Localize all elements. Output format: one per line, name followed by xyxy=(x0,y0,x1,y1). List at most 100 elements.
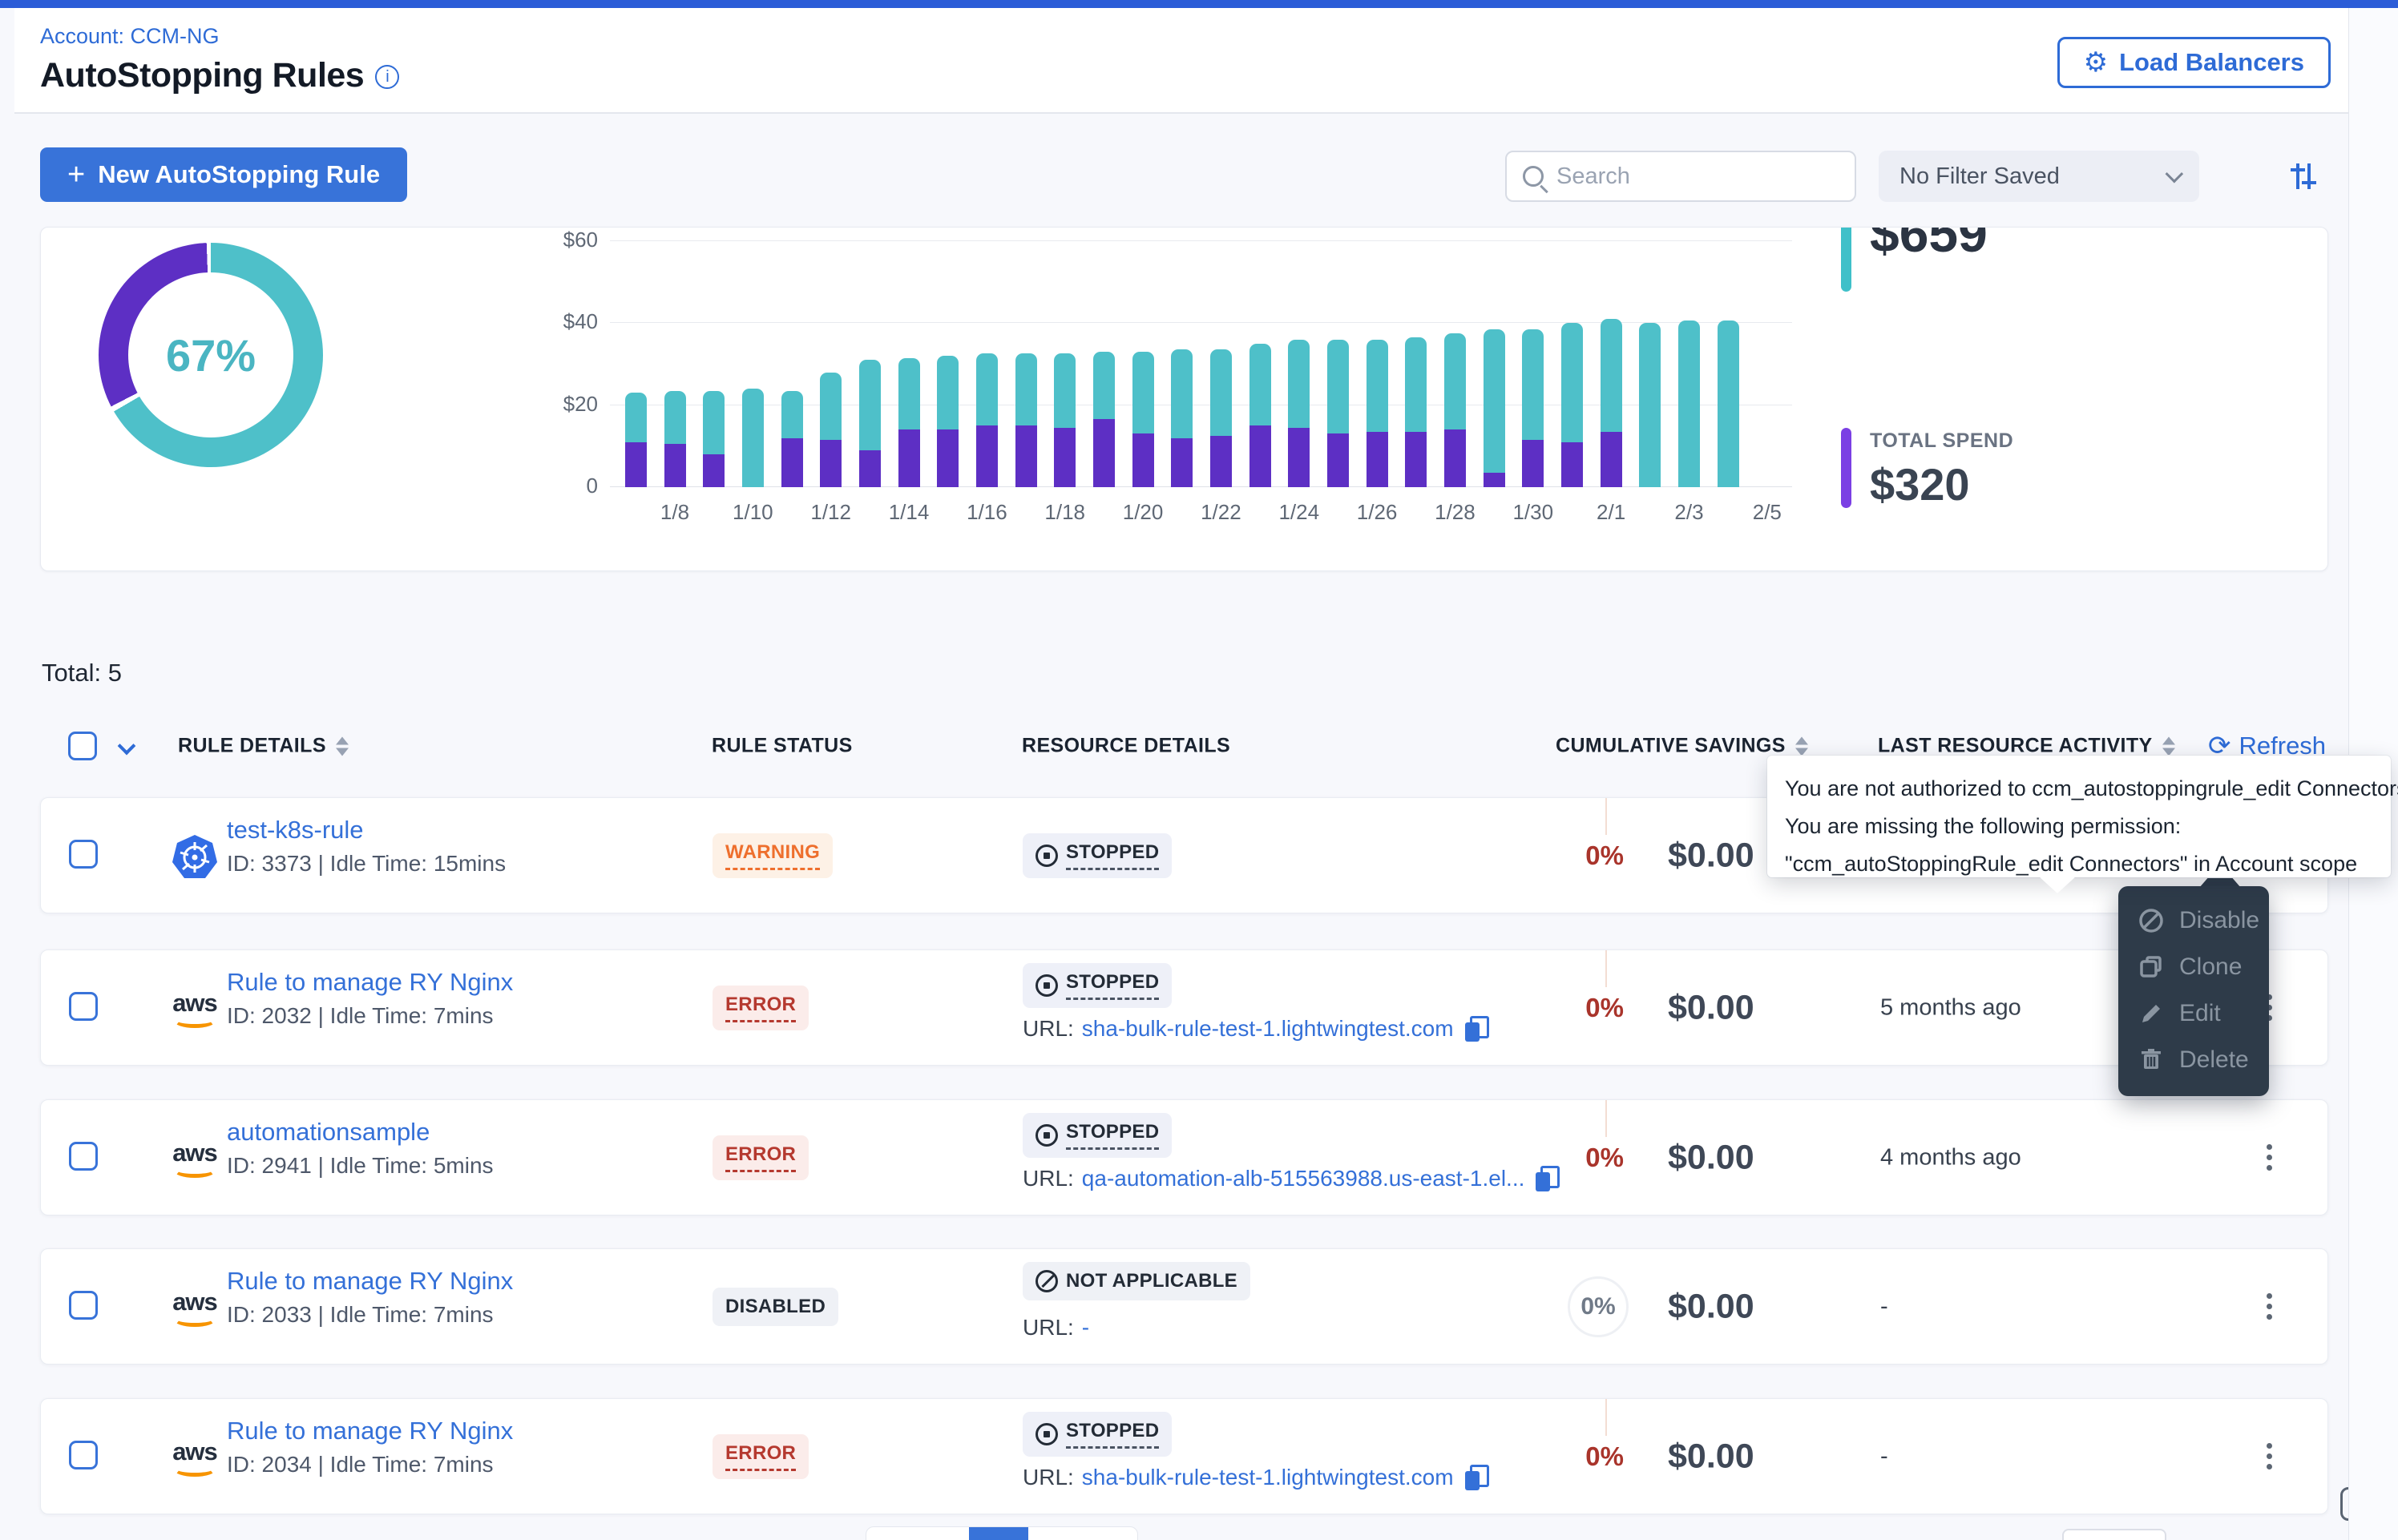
search-box[interactable] xyxy=(1505,151,1856,202)
resource-state-badge: STOPPED xyxy=(1023,963,1172,1008)
table-row: aws Rule to manage RY Nginx ID: 2033 | I… xyxy=(40,1248,2328,1365)
row-actions-menu-button[interactable] xyxy=(2253,1139,2285,1177)
gear-icon: ⚙ xyxy=(2084,46,2108,79)
bar xyxy=(694,236,733,487)
status-badge-error: ERROR xyxy=(713,986,809,1030)
savings-amount: $0.00 xyxy=(1668,988,1754,1027)
x-axis-tick: 1/20 xyxy=(1107,500,1179,525)
sort-icon[interactable] xyxy=(2162,736,2175,756)
last-activity: 5 months ago xyxy=(1880,994,2021,1021)
savings-donut-chart: 67% xyxy=(99,243,323,467)
copy-icon[interactable] xyxy=(1465,1465,1489,1490)
column-last-resource-activity[interactable]: LAST RESOURCE ACTIVITY xyxy=(1878,735,2175,758)
disable-icon xyxy=(2138,907,2165,934)
bar: 1/22 xyxy=(1201,236,1241,487)
last-activity: - xyxy=(1880,1293,1888,1320)
resource-state-badge: STOPPED xyxy=(1023,1412,1172,1457)
bar xyxy=(1241,236,1280,487)
row-actions-menu-button[interactable] xyxy=(2253,1288,2285,1326)
resource-url-link[interactable]: sha-bulk-rule-test-1.lightwingtest.com xyxy=(1082,1016,1454,1042)
column-cumulative-savings[interactable]: CUMULATIVE SAVINGS xyxy=(1556,735,1808,758)
bar: 1/14 xyxy=(890,236,929,487)
row-actions-menu-button[interactable] xyxy=(2253,1437,2285,1476)
donut-percentage: 67% xyxy=(99,243,323,467)
x-axis-tick: 2/3 xyxy=(1653,500,1725,525)
rule-name-link[interactable]: Rule to manage RY Nginx xyxy=(227,1417,513,1445)
rule-name-link[interactable]: Rule to manage RY Nginx xyxy=(227,968,513,997)
search-input[interactable] xyxy=(1556,163,1839,190)
stopped-icon xyxy=(1036,1124,1058,1147)
row-checkbox[interactable] xyxy=(69,840,98,869)
menu-item-edit[interactable]: Edit xyxy=(2118,990,2269,1037)
table-row: aws automationsample ID: 2941 | Idle Tim… xyxy=(40,1099,2328,1215)
select-menu-chevron-icon[interactable] xyxy=(120,740,133,752)
pagination-current-page[interactable] xyxy=(969,1527,1028,1540)
total-savings-value: $659 xyxy=(1870,227,1988,264)
resource-url-link[interactable]: qa-automation-alb-515563988.us-east-1.el… xyxy=(1082,1166,1525,1191)
stopped-icon xyxy=(1036,1423,1058,1445)
menu-item-disable[interactable]: Disable xyxy=(2118,897,2269,944)
bar: 2/3 xyxy=(1669,236,1709,487)
bar xyxy=(1007,236,1046,487)
trash-icon xyxy=(2138,1046,2165,1074)
x-axis-tick: 1/22 xyxy=(1185,500,1257,525)
rule-meta: ID: 2032 | Idle Time: 7mins xyxy=(227,1003,494,1029)
filter-sliders-icon[interactable] xyxy=(2286,159,2321,194)
copy-icon[interactable] xyxy=(1465,1016,1489,1042)
search-icon xyxy=(1523,166,1544,187)
bar: 1/20 xyxy=(1124,236,1163,487)
info-icon[interactable]: i xyxy=(375,65,399,89)
row-checkbox[interactable] xyxy=(69,1142,98,1171)
bar: 1/10 xyxy=(733,236,773,487)
menu-item-delete[interactable]: Delete xyxy=(2118,1037,2269,1083)
bar: 1/16 xyxy=(967,236,1007,487)
savings-percent: 0% xyxy=(1548,841,1624,871)
sort-icon[interactable] xyxy=(1795,736,1808,756)
savings-percent: 0% xyxy=(1548,1441,1624,1472)
total-spend-value: $320 xyxy=(1870,458,1970,510)
status-badge-error: ERROR xyxy=(713,1434,809,1479)
saved-filter-dropdown[interactable]: No Filter Saved xyxy=(1879,151,2199,202)
bar xyxy=(1552,236,1592,487)
select-all-checkbox[interactable] xyxy=(68,732,97,760)
status-badge-warning: WARNING xyxy=(713,833,833,878)
resource-state-badge: STOPPED xyxy=(1023,833,1172,878)
bar xyxy=(1475,236,1514,487)
bar-series: 1/81/101/121/141/161/181/201/221/241/261… xyxy=(616,236,1786,487)
savings-trend-tick xyxy=(1605,1100,1607,1137)
rule-name-link[interactable]: test-k8s-rule xyxy=(227,816,364,845)
resource-url-link[interactable]: sha-bulk-rule-test-1.lightwingtest.com xyxy=(1082,1465,1454,1490)
bar: 1/8 xyxy=(656,236,695,487)
new-autostopping-rule-button[interactable]: + New AutoStopping Rule xyxy=(40,147,407,202)
pagination-bar xyxy=(866,1526,1138,1540)
spend-accent-bar xyxy=(1841,428,1851,508)
resource-state-badge: NOT APPLICABLE xyxy=(1023,1262,1250,1300)
column-rule-details[interactable]: RULE DETAILS xyxy=(178,735,349,758)
rule-name-link[interactable]: automationsample xyxy=(227,1118,430,1147)
kubernetes-icon xyxy=(169,828,220,886)
row-checkbox[interactable] xyxy=(69,1291,98,1320)
sort-icon[interactable] xyxy=(336,736,349,756)
x-axis-tick: 2/1 xyxy=(1575,500,1647,525)
bar: 1/26 xyxy=(1358,236,1397,487)
bar xyxy=(1630,236,1669,487)
resource-url-link[interactable]: - xyxy=(1082,1315,1089,1340)
x-axis-tick: 1/30 xyxy=(1497,500,1569,525)
bar-plot: 0$20$40$601/81/101/121/141/161/181/201/2… xyxy=(610,236,1792,487)
row-checkbox[interactable] xyxy=(69,992,98,1021)
x-axis-tick: 1/8 xyxy=(639,500,711,525)
page-size-button[interactable] xyxy=(2062,1529,2166,1540)
rule-meta: ID: 2034 | Idle Time: 7mins xyxy=(227,1452,494,1478)
bar: 2/1 xyxy=(1592,236,1631,487)
load-balancers-button[interactable]: ⚙ Load Balancers xyxy=(2057,37,2331,88)
y-axis-tick: $40 xyxy=(534,309,598,334)
bar: 1/30 xyxy=(1513,236,1552,487)
y-axis-tick: $20 xyxy=(534,392,598,417)
menu-item-clone[interactable]: Clone xyxy=(2118,944,2269,990)
row-checkbox[interactable] xyxy=(69,1441,98,1469)
rule-name-link[interactable]: Rule to manage RY Nginx xyxy=(227,1267,513,1296)
column-resource-details: RESOURCE DETAILS xyxy=(1022,735,1230,758)
savings-amount: $0.00 xyxy=(1668,1138,1754,1177)
account-breadcrumb[interactable]: Account: CCM-NG xyxy=(40,24,220,49)
y-axis-tick: 0 xyxy=(534,474,598,498)
